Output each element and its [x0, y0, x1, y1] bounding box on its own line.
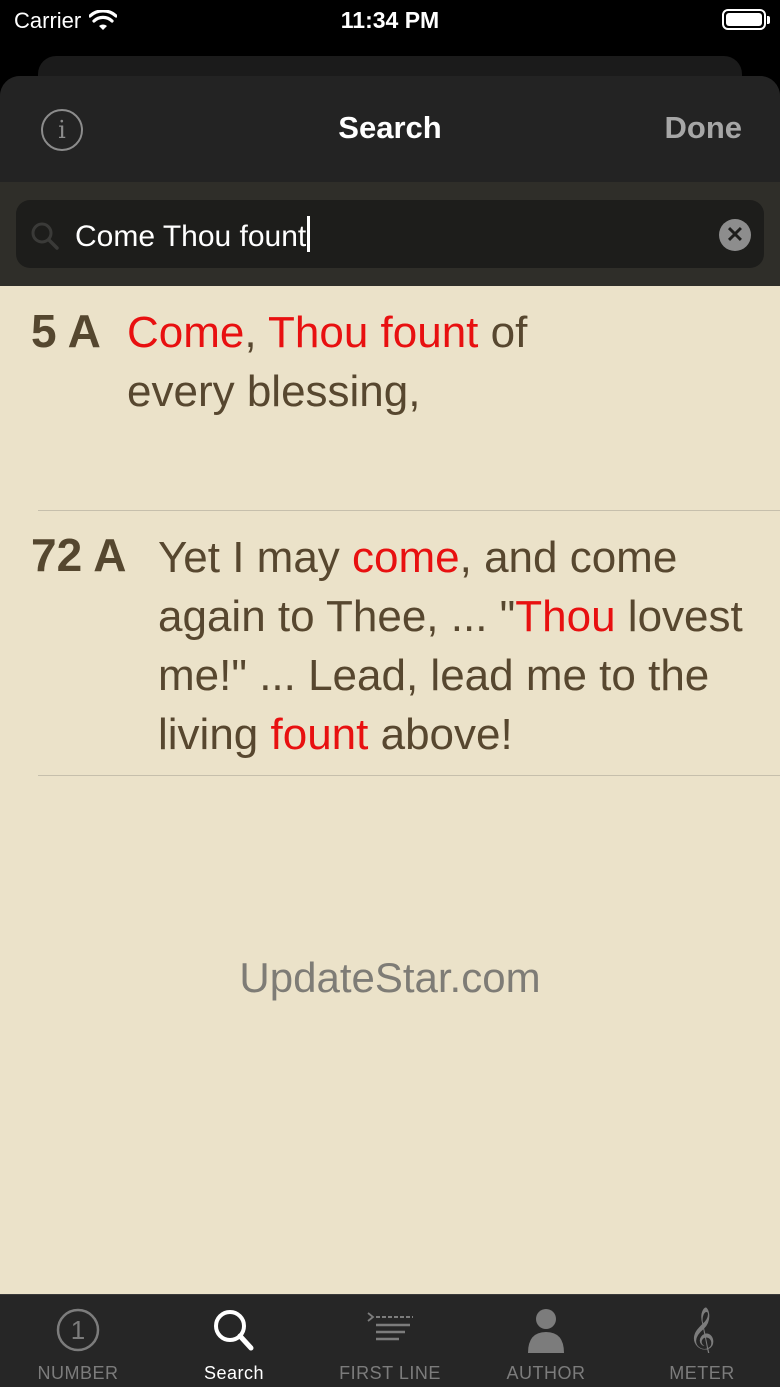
result-row-1[interactable]: 5 A Come, Thou fount of every blessing,	[0, 286, 780, 511]
result-text-segment: above!	[368, 710, 513, 759]
tab-first-line[interactable]: FIRST LINE	[312, 1295, 468, 1387]
highlighted-match: Thou fount	[268, 308, 479, 357]
clear-icon[interactable]: ✕	[719, 219, 751, 251]
tab-meter[interactable]: 𝄞 METER	[624, 1295, 780, 1387]
search-input-text[interactable]: Come Thou fount	[75, 216, 311, 254]
page-title: Search	[338, 110, 442, 145]
highlighted-match: Come	[127, 308, 245, 357]
result-text: Come, Thou fount of every blessing,	[127, 303, 567, 421]
result-text-segment: ,	[244, 308, 269, 357]
watermark: UpdateStar.com	[239, 954, 541, 1001]
search-query: Come Thou fount	[75, 220, 307, 253]
search-icon	[214, 1310, 254, 1351]
search-bar-container: Come Thou fount ✕	[0, 182, 780, 286]
tab-search[interactable]: Search	[156, 1295, 312, 1387]
tab-label: Search	[203, 1363, 265, 1383]
highlighted-match: come	[352, 533, 460, 582]
clock: 11:34 PM	[340, 7, 440, 33]
result-number: 72 A	[31, 529, 127, 581]
highlighted-match: fount	[270, 710, 369, 759]
results-list: 5 A Come, Thou fount of every blessing, …	[0, 286, 780, 1294]
highlighted-match: Thou	[515, 592, 616, 641]
person-icon	[528, 1309, 564, 1353]
tab-label: NUMBER	[37, 1363, 119, 1383]
tab-label: FIRST LINE	[339, 1363, 441, 1383]
search-input[interactable]: Come Thou fount ✕	[16, 200, 764, 268]
row-divider	[38, 775, 780, 776]
tab-author[interactable]: AUTHOR	[468, 1295, 624, 1387]
number-one-circle-icon: 1	[56, 1308, 100, 1352]
treble-clef-icon: 𝄞	[688, 1307, 715, 1353]
svg-text:𝄞: 𝄞	[688, 1307, 715, 1353]
status-bar: Carrier 11:34 PM	[0, 0, 780, 56]
search-sheet: i Search Done Come Thou fount ✕ 5 A Come…	[0, 76, 780, 1387]
tab-label: AUTHOR	[506, 1363, 586, 1383]
battery-icon	[722, 9, 770, 30]
done-button[interactable]: Done	[665, 110, 743, 146]
result-number: 5 A	[31, 305, 101, 357]
first-line-icon	[367, 1312, 413, 1341]
text-cursor	[307, 216, 311, 252]
tab-label: METER	[669, 1363, 735, 1383]
result-row-2[interactable]: 72 A Yet I may come, and come again to T…	[0, 511, 780, 776]
svg-text:1: 1	[71, 1315, 85, 1345]
result-text-segment: Yet I may	[158, 533, 353, 582]
magnifier-icon	[31, 222, 59, 250]
tab-number[interactable]: 1 NUMBER	[0, 1295, 156, 1387]
result-text: Yet I may come, and come again to Thee, …	[158, 528, 758, 764]
tab-bar: 1 NUMBER Search FIRST LINE AUTHOR 𝄞 METE…	[0, 1294, 780, 1387]
navigation-bar: i Search Done	[0, 76, 780, 182]
